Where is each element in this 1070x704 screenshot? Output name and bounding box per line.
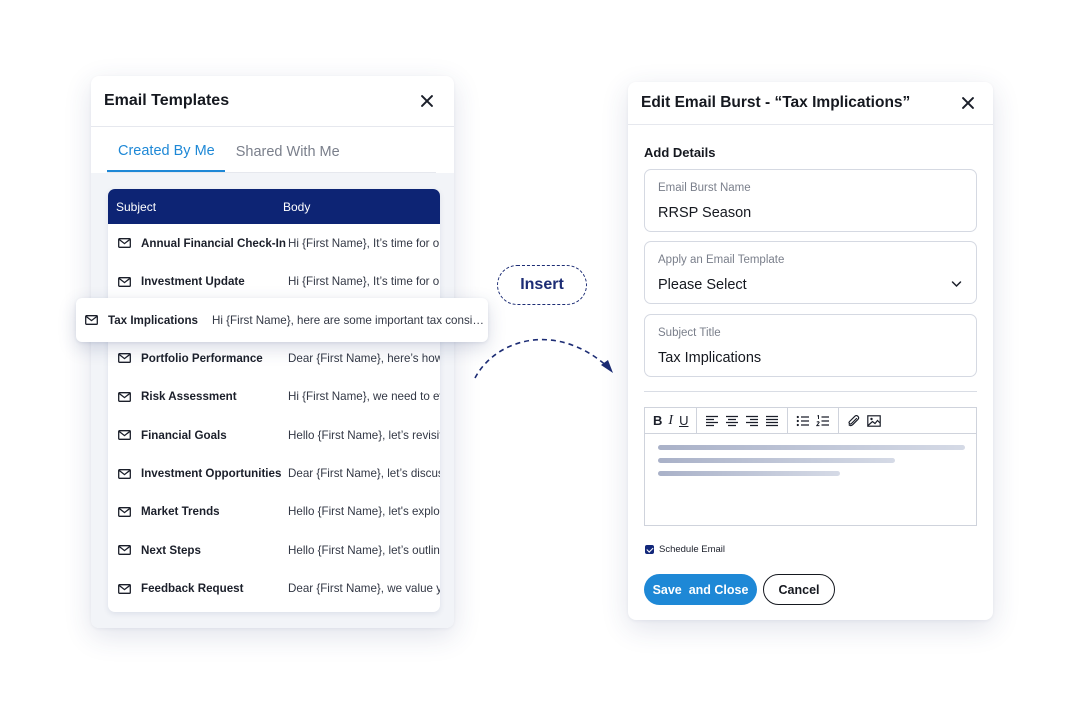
templates-table: Subject Body Annual Financial Check-In H… xyxy=(108,189,440,612)
table-row[interactable]: Annual Financial Check-In Hi {First Name… xyxy=(108,224,440,262)
table-row[interactable]: Feedback Request Dear {First Name}, we v… xyxy=(108,570,440,608)
list-group xyxy=(788,408,840,433)
save-and-close-button[interactable]: Save and Close xyxy=(644,574,757,605)
field-label: Apply an Email Template xyxy=(658,254,785,266)
row-subject: Feedback Request xyxy=(141,582,244,596)
rich-text-editor[interactable]: B I U xyxy=(644,407,977,526)
mail-icon xyxy=(118,468,131,479)
mail-icon xyxy=(85,315,98,325)
row-subject: Portfolio Performance xyxy=(141,351,263,365)
tab-created-by-me[interactable]: Created By Me xyxy=(107,143,225,172)
add-details-label: Add Details xyxy=(644,145,716,160)
text-style-group: B I U xyxy=(645,408,698,433)
align-justify-icon[interactable] xyxy=(765,415,779,427)
row-body: Hi {First Name}, It’s time for our xyxy=(288,275,440,289)
templates-table-area: Subject Body Annual Financial Check-In H… xyxy=(91,173,454,628)
row-subject: Financial Goals xyxy=(141,428,227,442)
tab-shared-with-me[interactable]: Shared With Me xyxy=(225,144,350,172)
mail-icon xyxy=(118,506,131,517)
templates-panel-header: Email Templates xyxy=(91,76,454,127)
email-template-select[interactable]: Apply an Email Template Please Select xyxy=(644,241,977,304)
editor-toolbar: B I U xyxy=(645,408,976,434)
image-icon[interactable] xyxy=(867,414,882,427)
align-center-icon[interactable] xyxy=(725,415,739,427)
schedule-email-option[interactable]: Schedule Email xyxy=(645,544,725,555)
table-row[interactable]: Investment Update Hi {First Name}, It’s … xyxy=(108,262,440,300)
mail-icon xyxy=(118,353,131,364)
row-body: Hello {First Name}, let's explore xyxy=(288,505,440,519)
row-subject: Next Steps xyxy=(141,543,201,557)
align-right-icon[interactable] xyxy=(745,415,759,427)
curved-arrow-icon xyxy=(474,338,613,379)
templates-tabs: Created By Me Shared With Me xyxy=(107,127,436,173)
row-body: Hello {First Name}, let’s outline xyxy=(288,543,440,557)
content-placeholder-line xyxy=(658,471,840,476)
schedule-email-label: Schedule Email xyxy=(659,544,726,555)
cancel-button[interactable]: Cancel xyxy=(763,574,835,605)
email-burst-name-field[interactable]: Email Burst Name RRSP Season xyxy=(644,169,977,232)
row-body: Hello {First Name}, let’s revisit your xyxy=(288,428,440,442)
edit-panel-header: Edit Email Burst - “Tax Implications” xyxy=(628,82,993,125)
alignment-group xyxy=(697,408,789,433)
dragged-template-row[interactable]: Tax Implications Hi {First Name}, here a… xyxy=(76,298,488,342)
email-templates-panel: Email Templates Created By Me Shared Wit… xyxy=(91,76,454,628)
field-value: RRSP Season xyxy=(658,205,752,221)
mail-icon xyxy=(118,276,131,287)
table-row[interactable]: Risk Assessment Hi {First Name}, we need… xyxy=(108,378,440,416)
content-placeholder-line xyxy=(658,458,895,463)
edit-panel-title: Edit Email Burst - “Tax Implications” xyxy=(641,94,911,111)
mail-icon xyxy=(118,430,131,441)
field-value: Tax Implications xyxy=(658,350,762,366)
mail-icon xyxy=(118,238,131,249)
table-row[interactable]: Financial Goals Hello {First Name}, let’… xyxy=(108,416,440,454)
content-placeholder-line xyxy=(658,445,965,450)
row-subject: Investment Opportunities xyxy=(141,467,282,481)
schedule-email-checkbox[interactable] xyxy=(645,545,654,554)
divider xyxy=(644,391,977,392)
close-icon[interactable] xyxy=(957,92,979,114)
mail-icon xyxy=(118,545,131,556)
row-body: Dear {First Name}, let’s discuss xyxy=(288,467,440,481)
italic-button[interactable]: I xyxy=(668,413,673,428)
templates-panel-title: Email Templates xyxy=(104,92,230,109)
close-icon[interactable] xyxy=(416,90,438,112)
column-header-body: Body xyxy=(283,199,311,214)
field-label: Email Burst Name xyxy=(658,182,751,194)
insert-badge: Insert xyxy=(497,265,587,305)
bullet-list-icon[interactable] xyxy=(796,415,810,427)
row-body: Hi {First Name}, here are some important… xyxy=(212,313,488,327)
table-row[interactable]: Next Steps Hello {First Name}, let’s out… xyxy=(108,531,440,569)
field-value: Please Select xyxy=(658,277,747,293)
column-header-subject: Subject xyxy=(116,199,157,214)
mail-icon xyxy=(118,391,131,402)
underline-button[interactable]: U xyxy=(679,414,688,427)
attachment-icon[interactable] xyxy=(847,414,861,427)
row-subject: Annual Financial Check-In xyxy=(141,236,286,250)
row-subject: Investment Update xyxy=(141,275,245,289)
table-row[interactable]: Market Trends Hello {First Name}, let's … xyxy=(108,493,440,531)
table-row[interactable]: Portfolio Performance Dear {First Name},… xyxy=(108,339,440,377)
row-body: Dear {First Name}, here’s how your xyxy=(288,351,440,365)
insert-group xyxy=(839,408,889,433)
subject-title-field[interactable]: Subject Title Tax Implications xyxy=(644,314,977,377)
table-header: Subject Body xyxy=(108,189,440,224)
row-subject: Risk Assessment xyxy=(141,390,237,404)
chevron-down-icon xyxy=(951,281,962,288)
row-body: Dear {First Name}, we value your xyxy=(288,582,440,596)
bold-button[interactable]: B xyxy=(653,414,662,427)
row-body: Hi {First Name}, It’s time for our xyxy=(288,236,440,250)
row-subject: Market Trends xyxy=(141,505,220,519)
align-left-icon[interactable] xyxy=(705,415,719,427)
edit-email-burst-panel: Edit Email Burst - “Tax Implications” Ad… xyxy=(628,82,993,620)
field-label: Subject Title xyxy=(658,327,721,339)
row-subject: Tax Implications xyxy=(108,313,198,327)
row-body: Hi {First Name}, we need to evaluate xyxy=(288,390,440,404)
table-row[interactable]: Investment Opportunities Dear {First Nam… xyxy=(108,454,440,492)
mail-icon xyxy=(118,583,131,594)
numbered-list-icon[interactable] xyxy=(816,414,830,427)
